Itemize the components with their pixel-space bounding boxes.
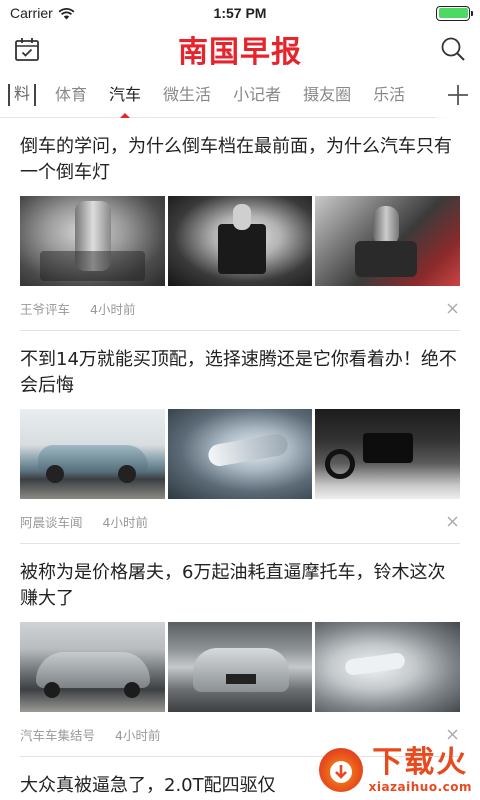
- article-time: 4小时前: [90, 301, 136, 317]
- article-meta: 王爷评车 4小时前: [20, 286, 460, 330]
- calendar-icon: [15, 38, 39, 61]
- tab-micro-life[interactable]: 微生活: [152, 72, 222, 118]
- list-item[interactable]: 倒车的学问，为什么倒车档在最前面，为什么汽车只有一个倒车灯 王爷评车 4小时前: [20, 118, 461, 331]
- article-meta: 阿晨谈车闻 4小时前: [20, 499, 460, 543]
- close-icon: [447, 516, 457, 526]
- close-icon: [447, 303, 457, 313]
- article-title[interactable]: 倒车的学问，为什么倒车档在最前面，为什么汽车只有一个倒车灯: [20, 134, 460, 186]
- battery-icon: [436, 5, 473, 21]
- tab-leisure[interactable]: 乐活: [362, 72, 416, 118]
- article-image: [20, 622, 165, 712]
- search-button[interactable]: [438, 34, 468, 64]
- tab-little-reporter[interactable]: 小记者: [222, 72, 292, 118]
- article-image: [315, 622, 461, 712]
- search-icon: [441, 37, 465, 61]
- watermark-url: xiazaihuo.com: [368, 780, 472, 794]
- tab-auto[interactable]: 汽车: [98, 72, 152, 118]
- article-thumbnails: [20, 409, 461, 499]
- article-image: [167, 196, 313, 286]
- article-image: [315, 196, 461, 286]
- article-time: 4小时前: [115, 727, 161, 743]
- article-title[interactable]: 不到14万就能买顶配，选择速腾还是它你看着办！绝不会后悔: [20, 347, 460, 399]
- dismiss-button[interactable]: [444, 726, 460, 742]
- article-title[interactable]: 被称为是价格屠夫，6万起油耗直逼摩托车，铃木这次赚大了: [20, 560, 460, 612]
- watermark-text: 下载火: [372, 745, 469, 780]
- article-time: 4小时前: [102, 514, 148, 530]
- app-logo-title: 南国早报: [178, 35, 302, 70]
- wifi-icon: [58, 7, 75, 19]
- article-thumbnails: [20, 622, 461, 712]
- article-image: [167, 622, 313, 712]
- article-image: [20, 409, 165, 499]
- list-item[interactable]: 被称为是价格屠夫，6万起油耗直逼摩托车，铃木这次赚大了 汽车车集结号 4小时前: [20, 544, 461, 757]
- add-tab-button[interactable]: [436, 71, 480, 118]
- article-image: [315, 409, 461, 499]
- article-image: [20, 196, 165, 286]
- plus-icon: [448, 84, 468, 105]
- dismiss-button[interactable]: [444, 300, 460, 316]
- app-header: 南国早报: [0, 26, 480, 72]
- article-source: 王爷评车: [20, 301, 71, 317]
- article-image: [167, 409, 313, 499]
- watermark-logo: 下载火 xiazaihuo.com: [318, 745, 472, 794]
- calendar-checkin-button[interactable]: [12, 34, 42, 64]
- list-item[interactable]: 不到14万就能买顶配，选择速腾还是它你看着办！绝不会后悔 阿晨谈车闻 4小时前: [20, 331, 461, 544]
- flame-icon: [318, 748, 363, 792]
- tab-sports[interactable]: 体育: [44, 72, 98, 118]
- tab-special[interactable]: 料: [8, 83, 37, 106]
- dismiss-button[interactable]: [444, 513, 460, 529]
- news-feed: 倒车的学问，为什么倒车档在最前面，为什么汽车只有一个倒车灯 王爷评车 4小时前: [0, 118, 480, 799]
- carrier-label: Carrier: [10, 5, 53, 21]
- category-tabs: 料 体育 汽车 微生活 小记者 摄友圈 乐活: [0, 71, 480, 118]
- close-icon: [447, 729, 457, 739]
- article-source: 阿晨谈车闻: [20, 514, 83, 530]
- article-source: 汽车车集结号: [20, 727, 96, 743]
- tab-photo-circle[interactable]: 摄友圈: [292, 72, 362, 118]
- article-thumbnails: [20, 196, 461, 286]
- status-bar: Carrier 1:57 PM: [0, 0, 480, 26]
